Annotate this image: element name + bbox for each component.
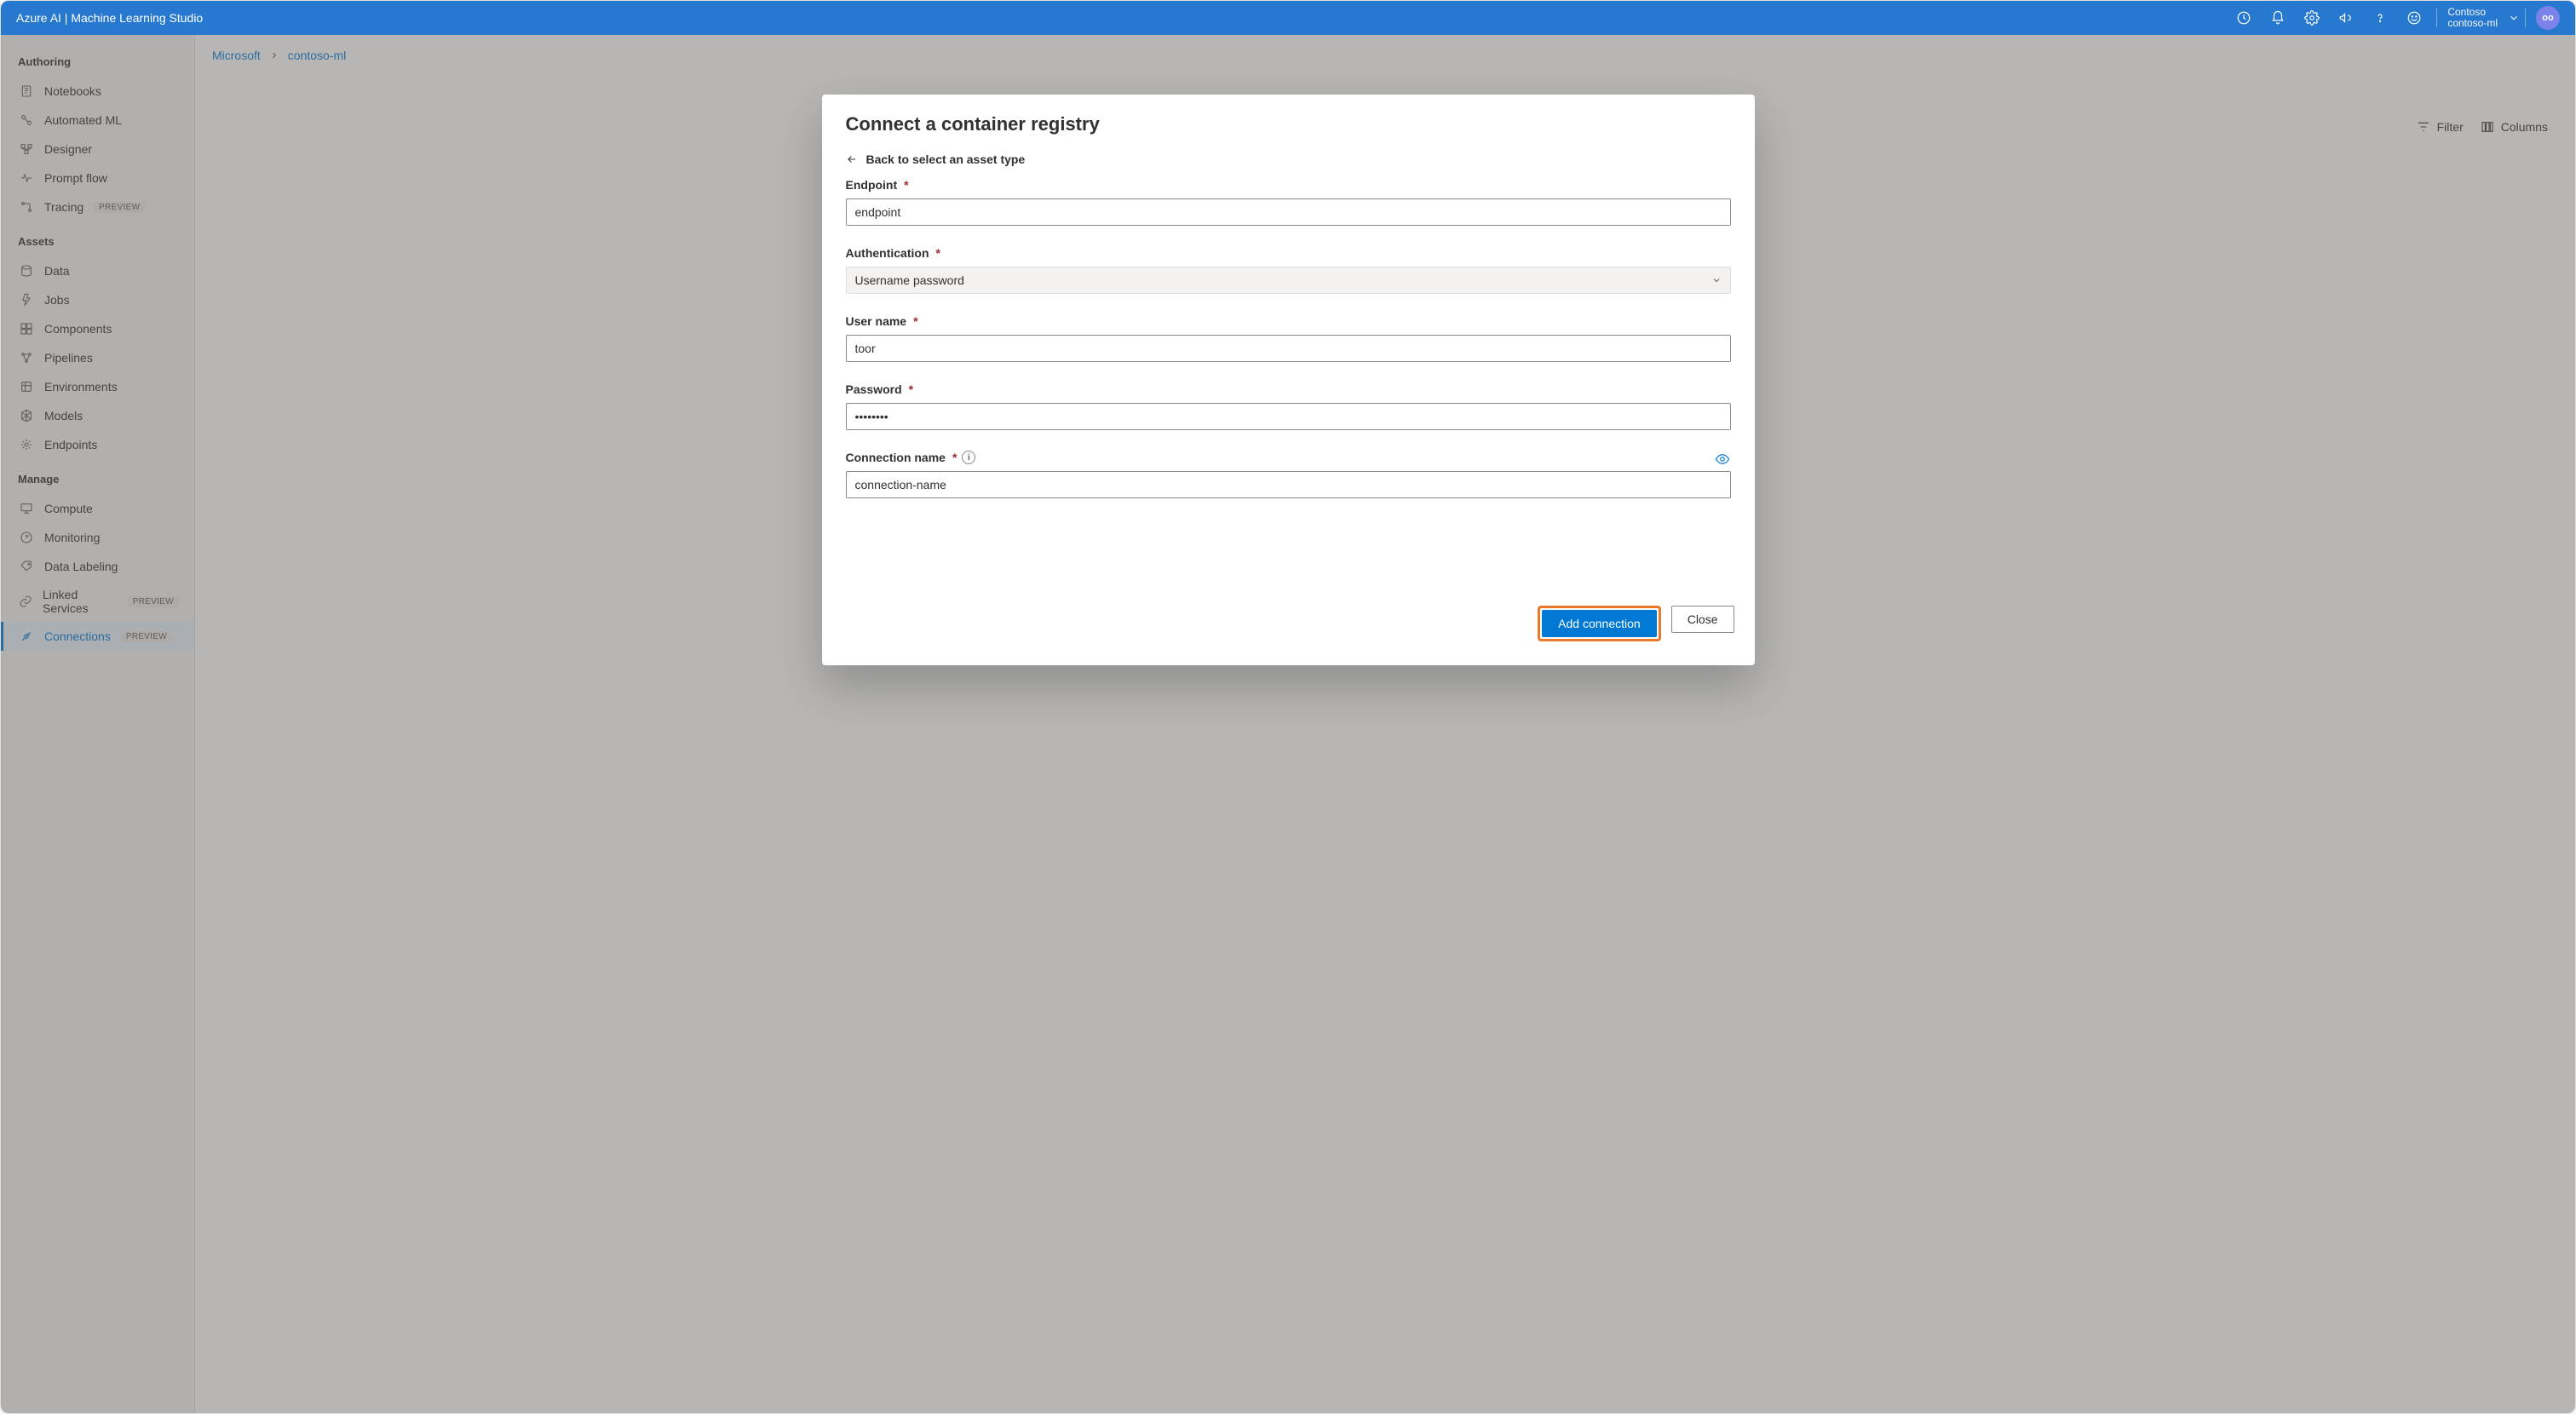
authentication-value: Username password [855,273,964,287]
add-connection-button[interactable]: Add connection [1542,610,1657,637]
authentication-select[interactable]: Username password [846,267,1731,294]
connection-name-input[interactable] [846,471,1731,498]
close-button[interactable]: Close [1671,606,1734,633]
feedback-icon[interactable] [2397,1,2431,35]
endpoint-input[interactable] [846,198,1731,226]
chevron-down-icon [1711,275,1722,285]
chevron-down-icon[interactable] [2508,12,2520,24]
topbar: Azure AI | Machine Learning Studio Conto… [1,1,2575,35]
help-icon[interactable] [2363,1,2397,35]
password-input[interactable] [846,403,1731,430]
recent-icon[interactable] [2227,1,2261,35]
notification-icon[interactable] [2261,1,2295,35]
authentication-label: Authentication* [846,246,1731,260]
modal-overlay[interactable]: Connect a container registry Back to sel… [1,35,2575,1413]
megaphone-icon[interactable] [2329,1,2363,35]
username-label: User name* [846,314,1731,328]
back-link[interactable]: Back to select an asset type [846,152,1026,166]
modal-connect-container-registry: Connect a container registry Back to sel… [822,95,1755,665]
add-connection-highlight: Add connection [1538,606,1661,641]
password-label: Password* [846,382,1731,396]
modal-title: Connect a container registry [846,113,1731,135]
avatar[interactable]: oo [2536,6,2560,30]
endpoint-label: Endpoint* [846,178,1731,192]
back-label: Back to select an asset type [866,152,1026,166]
info-icon[interactable]: i [962,451,975,464]
app-title: Azure AI | Machine Learning Studio [16,11,203,25]
workspace-selector[interactable]: Contoso contoso-ml [2442,7,2503,29]
connection-name-label: Connection name* i [846,451,1731,464]
eye-icon[interactable] [1714,451,1731,468]
username-input[interactable] [846,335,1731,362]
workspace-name: contoso-ml [2447,18,2498,29]
settings-icon[interactable] [2295,1,2329,35]
arrow-left-icon [846,153,858,165]
